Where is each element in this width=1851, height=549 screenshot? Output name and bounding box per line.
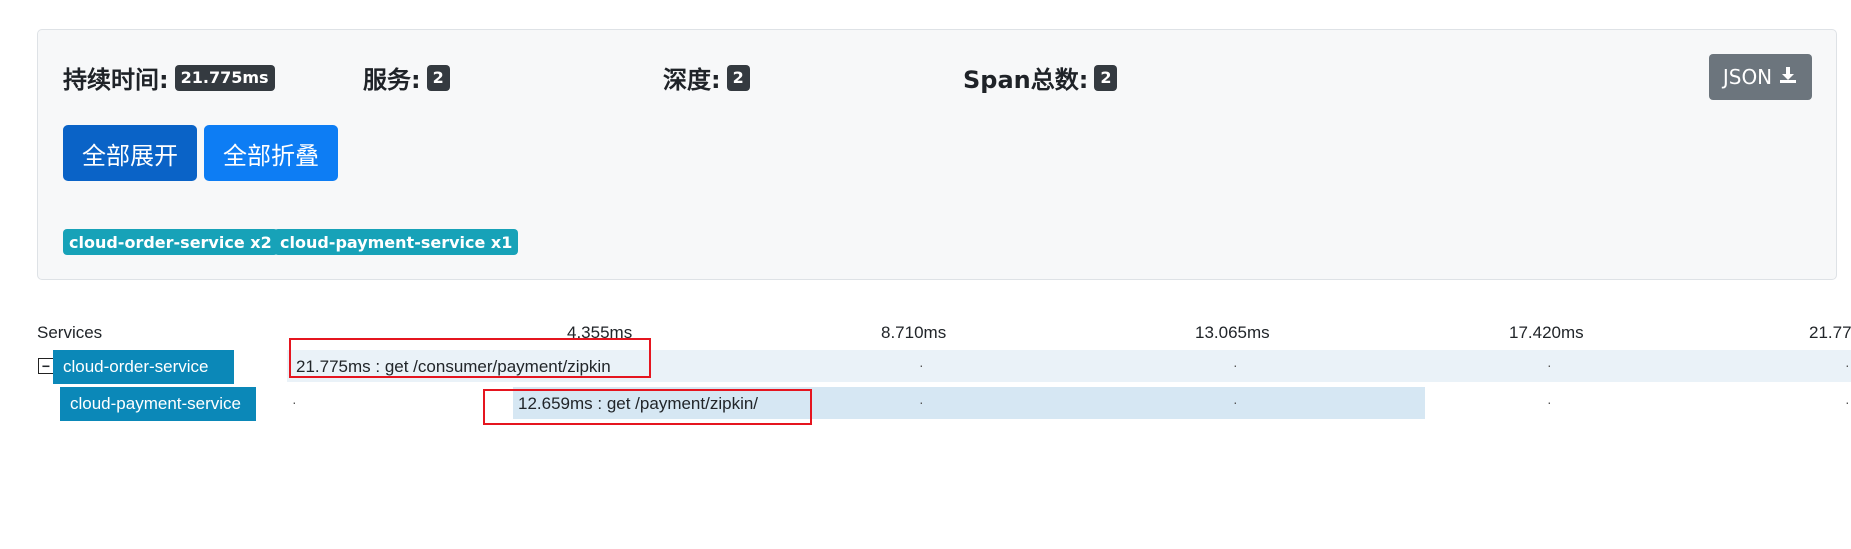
minus-square-icon[interactable]: −: [38, 358, 54, 374]
highlight-box-order-span: [289, 338, 651, 378]
json-download-button[interactable]: JSON: [1709, 54, 1812, 100]
services-stat: 服务: 2: [363, 60, 450, 95]
timeline-tick: 8.710ms: [881, 323, 947, 342]
trace-summary-card: 持续时间: 21.775ms 服务: 2 深度: 2 Span总数: 2 JSO…: [37, 29, 1837, 280]
collapse-all-button[interactable]: 全部折叠: [204, 125, 338, 181]
span-count-label: Span总数:: [963, 66, 1089, 94]
services-badge: 2: [426, 64, 450, 91]
duration-badge: 21.775ms: [174, 64, 275, 91]
service-badge-order[interactable]: cloud-order-service x2: [63, 229, 278, 255]
depth-label: 深度:: [663, 66, 721, 94]
service-badge-payment[interactable]: cloud-payment-service x1: [274, 229, 519, 255]
depth-stat: 深度: 2: [663, 60, 750, 95]
expand-all-button[interactable]: 全部展开: [63, 125, 197, 181]
highlight-box-payment-span: [483, 389, 812, 425]
json-button-label: JSON: [1722, 65, 1773, 89]
duration-label: 持续时间:: [63, 66, 169, 94]
depth-badge: 2: [726, 64, 750, 91]
duration-stat: 持续时间: 21.775ms: [63, 60, 275, 95]
timeline-tick: 13.065ms: [1195, 323, 1270, 342]
timeline-tick: 17.420ms: [1509, 323, 1584, 342]
timeline-tick: 21.775ms: [1809, 323, 1851, 342]
span-count-badge: 2: [1094, 64, 1118, 91]
service-label-payment[interactable]: cloud-payment-service: [60, 387, 256, 421]
download-icon: [1778, 65, 1798, 90]
services-label: 服务:: [363, 66, 421, 94]
service-label-order[interactable]: cloud-order-service: [53, 350, 234, 384]
span-count-stat: Span总数: 2: [963, 60, 1118, 95]
services-column-header: Services: [37, 323, 103, 342]
